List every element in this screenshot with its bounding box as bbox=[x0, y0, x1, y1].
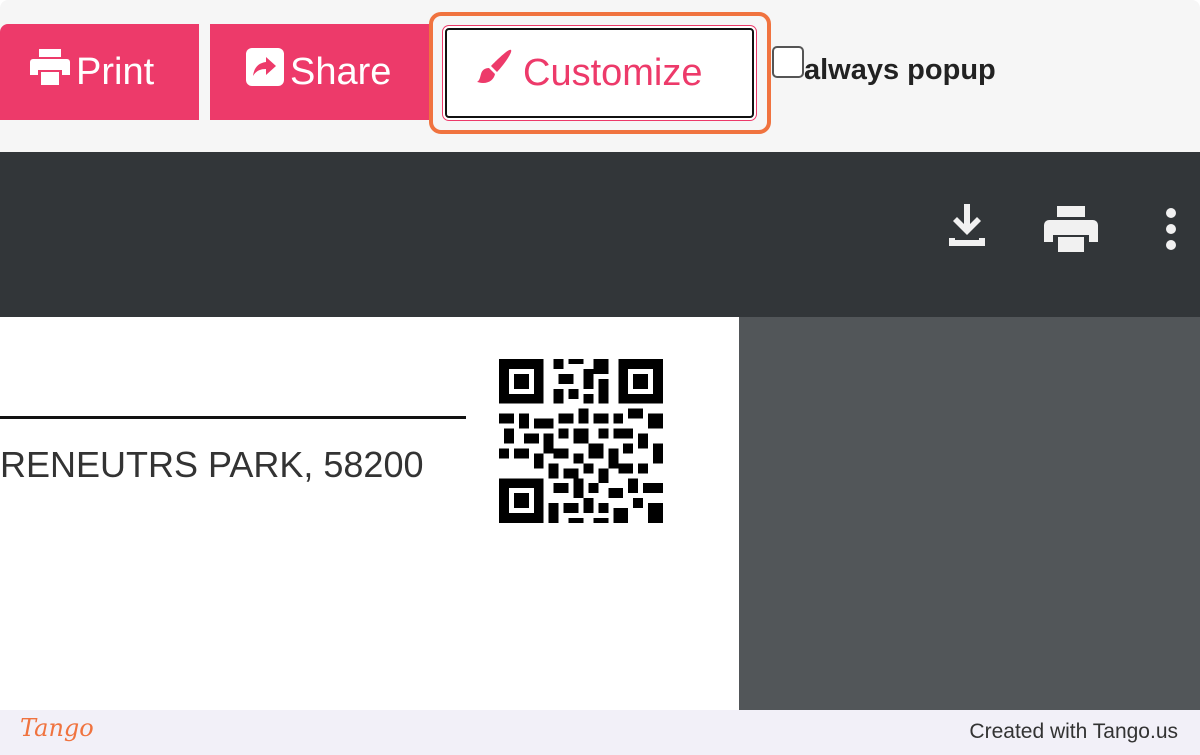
paintbrush-icon bbox=[477, 48, 513, 98]
share-label: Share bbox=[290, 50, 392, 93]
print-button[interactable]: Print bbox=[0, 24, 199, 120]
customize-button[interactable]: Customize bbox=[445, 28, 754, 118]
created-with-text: Created with Tango.us bbox=[969, 720, 1178, 743]
divider-line bbox=[0, 416, 466, 419]
pdf-viewer-toolbar bbox=[0, 152, 1200, 317]
share-icon bbox=[246, 48, 284, 96]
print-label: Print bbox=[76, 50, 155, 93]
always-popup-label: always popup bbox=[804, 54, 996, 86]
download-icon[interactable] bbox=[947, 204, 987, 251]
share-button[interactable]: Share bbox=[210, 24, 432, 120]
tango-logo: Tango bbox=[20, 714, 94, 742]
printer-icon bbox=[30, 49, 70, 95]
qr-code bbox=[499, 358, 663, 529]
always-popup-checkbox[interactable] bbox=[772, 46, 804, 78]
printer-icon[interactable] bbox=[1044, 206, 1098, 257]
address-text: RENEUTRS PARK, 58200 bbox=[0, 444, 424, 485]
customize-label: Customize bbox=[523, 51, 703, 94]
always-popup-option: always popup bbox=[772, 46, 996, 87]
more-vert-icon[interactable] bbox=[1165, 208, 1177, 255]
